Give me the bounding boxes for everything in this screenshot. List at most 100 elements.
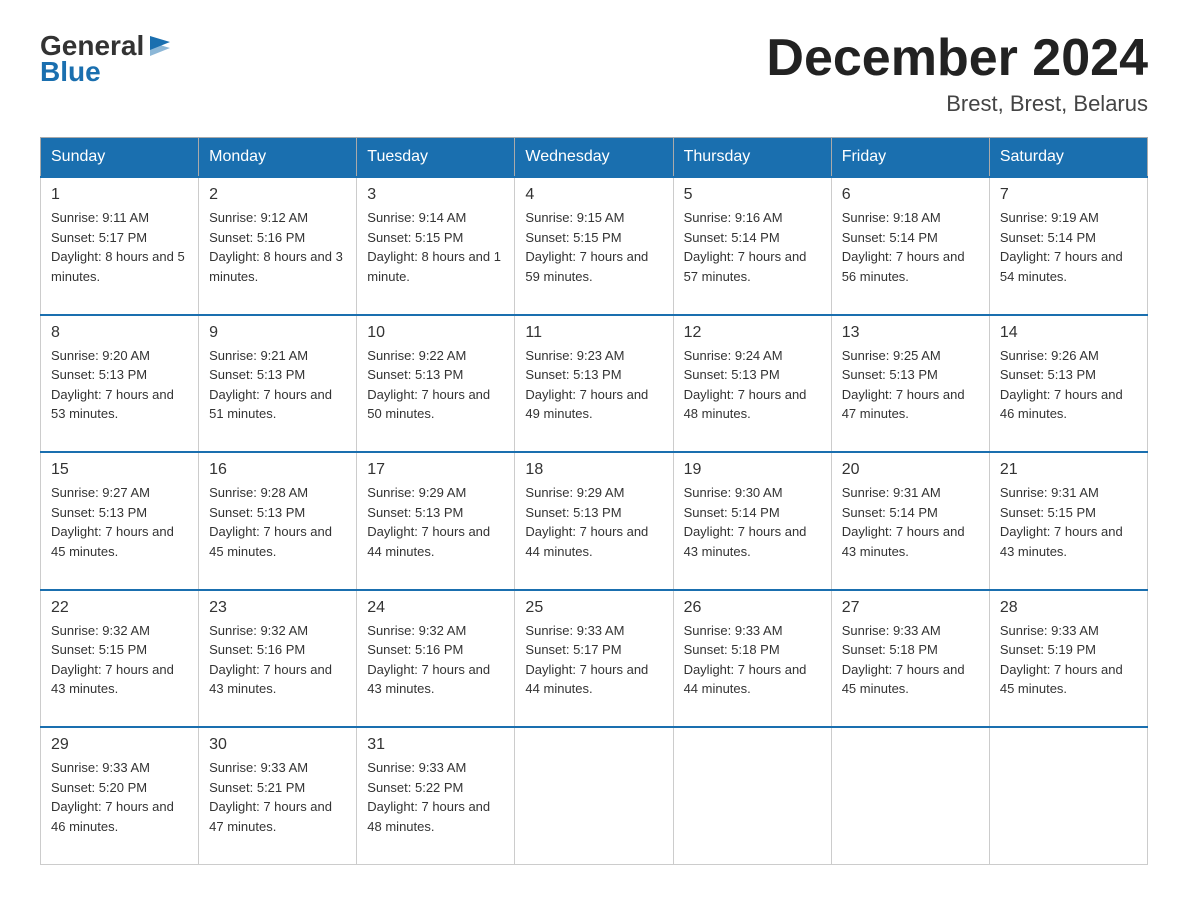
logo: General Blue bbox=[40, 30, 176, 88]
table-row: 21 Sunrise: 9:31 AM Sunset: 5:15 PM Dayl… bbox=[989, 452, 1147, 590]
day-info: Sunrise: 9:22 AM Sunset: 5:13 PM Dayligh… bbox=[367, 346, 504, 444]
day-info: Sunrise: 9:30 AM Sunset: 5:14 PM Dayligh… bbox=[684, 483, 821, 581]
header-thursday: Thursday bbox=[673, 138, 831, 178]
table-row bbox=[831, 727, 989, 864]
day-number: 21 bbox=[1000, 461, 1137, 479]
day-number: 14 bbox=[1000, 324, 1137, 342]
day-info: Sunrise: 9:18 AM Sunset: 5:14 PM Dayligh… bbox=[842, 208, 979, 306]
table-row: 29 Sunrise: 9:33 AM Sunset: 5:20 PM Dayl… bbox=[41, 727, 199, 864]
table-row: 3 Sunrise: 9:14 AM Sunset: 5:15 PM Dayli… bbox=[357, 177, 515, 315]
day-number: 18 bbox=[525, 461, 662, 479]
day-info: Sunrise: 9:32 AM Sunset: 5:16 PM Dayligh… bbox=[209, 621, 346, 719]
day-number: 26 bbox=[684, 599, 821, 617]
table-row: 30 Sunrise: 9:33 AM Sunset: 5:21 PM Dayl… bbox=[199, 727, 357, 864]
day-number: 23 bbox=[209, 599, 346, 617]
day-number: 28 bbox=[1000, 599, 1137, 617]
day-number: 31 bbox=[367, 736, 504, 754]
page-subtitle: Brest, Brest, Belarus bbox=[766, 91, 1148, 117]
day-info: Sunrise: 9:31 AM Sunset: 5:14 PM Dayligh… bbox=[842, 483, 979, 581]
table-row bbox=[673, 727, 831, 864]
table-row: 7 Sunrise: 9:19 AM Sunset: 5:14 PM Dayli… bbox=[989, 177, 1147, 315]
day-info: Sunrise: 9:33 AM Sunset: 5:18 PM Dayligh… bbox=[842, 621, 979, 719]
day-info: Sunrise: 9:20 AM Sunset: 5:13 PM Dayligh… bbox=[51, 346, 188, 444]
day-info: Sunrise: 9:27 AM Sunset: 5:13 PM Dayligh… bbox=[51, 483, 188, 581]
day-info: Sunrise: 9:33 AM Sunset: 5:18 PM Dayligh… bbox=[684, 621, 821, 719]
day-info: Sunrise: 9:26 AM Sunset: 5:13 PM Dayligh… bbox=[1000, 346, 1137, 444]
day-number: 10 bbox=[367, 324, 504, 342]
day-info: Sunrise: 9:15 AM Sunset: 5:15 PM Dayligh… bbox=[525, 208, 662, 306]
table-row bbox=[515, 727, 673, 864]
day-number: 24 bbox=[367, 599, 504, 617]
day-info: Sunrise: 9:28 AM Sunset: 5:13 PM Dayligh… bbox=[209, 483, 346, 581]
page-title: December 2024 bbox=[766, 30, 1148, 87]
table-row: 14 Sunrise: 9:26 AM Sunset: 5:13 PM Dayl… bbox=[989, 315, 1147, 453]
day-number: 16 bbox=[209, 461, 346, 479]
day-number: 25 bbox=[525, 599, 662, 617]
header-saturday: Saturday bbox=[989, 138, 1147, 178]
calendar-header-row: Sunday Monday Tuesday Wednesday Thursday… bbox=[41, 138, 1148, 178]
table-row: 28 Sunrise: 9:33 AM Sunset: 5:19 PM Dayl… bbox=[989, 590, 1147, 728]
table-row: 20 Sunrise: 9:31 AM Sunset: 5:14 PM Dayl… bbox=[831, 452, 989, 590]
table-row: 2 Sunrise: 9:12 AM Sunset: 5:16 PM Dayli… bbox=[199, 177, 357, 315]
header: General Blue December 2024 Brest, Brest,… bbox=[40, 30, 1148, 117]
header-monday: Monday bbox=[199, 138, 357, 178]
table-row: 8 Sunrise: 9:20 AM Sunset: 5:13 PM Dayli… bbox=[41, 315, 199, 453]
day-info: Sunrise: 9:23 AM Sunset: 5:13 PM Dayligh… bbox=[525, 346, 662, 444]
day-number: 3 bbox=[367, 186, 504, 204]
calendar-week-row: 1 Sunrise: 9:11 AM Sunset: 5:17 PM Dayli… bbox=[41, 177, 1148, 315]
header-wednesday: Wednesday bbox=[515, 138, 673, 178]
day-number: 17 bbox=[367, 461, 504, 479]
day-info: Sunrise: 9:25 AM Sunset: 5:13 PM Dayligh… bbox=[842, 346, 979, 444]
day-number: 8 bbox=[51, 324, 188, 342]
table-row: 12 Sunrise: 9:24 AM Sunset: 5:13 PM Dayl… bbox=[673, 315, 831, 453]
logo-flag-icon bbox=[146, 32, 174, 60]
table-row: 19 Sunrise: 9:30 AM Sunset: 5:14 PM Dayl… bbox=[673, 452, 831, 590]
day-info: Sunrise: 9:24 AM Sunset: 5:13 PM Dayligh… bbox=[684, 346, 821, 444]
calendar-week-row: 8 Sunrise: 9:20 AM Sunset: 5:13 PM Dayli… bbox=[41, 315, 1148, 453]
table-row: 9 Sunrise: 9:21 AM Sunset: 5:13 PM Dayli… bbox=[199, 315, 357, 453]
day-info: Sunrise: 9:33 AM Sunset: 5:21 PM Dayligh… bbox=[209, 758, 346, 856]
day-number: 4 bbox=[525, 186, 662, 204]
day-number: 2 bbox=[209, 186, 346, 204]
day-number: 13 bbox=[842, 324, 979, 342]
title-area: December 2024 Brest, Brest, Belarus bbox=[766, 30, 1148, 117]
table-row: 25 Sunrise: 9:33 AM Sunset: 5:17 PM Dayl… bbox=[515, 590, 673, 728]
table-row bbox=[989, 727, 1147, 864]
table-row: 13 Sunrise: 9:25 AM Sunset: 5:13 PM Dayl… bbox=[831, 315, 989, 453]
day-info: Sunrise: 9:11 AM Sunset: 5:17 PM Dayligh… bbox=[51, 208, 188, 306]
table-row: 17 Sunrise: 9:29 AM Sunset: 5:13 PM Dayl… bbox=[357, 452, 515, 590]
table-row: 23 Sunrise: 9:32 AM Sunset: 5:16 PM Dayl… bbox=[199, 590, 357, 728]
calendar-week-row: 15 Sunrise: 9:27 AM Sunset: 5:13 PM Dayl… bbox=[41, 452, 1148, 590]
day-number: 7 bbox=[1000, 186, 1137, 204]
calendar-table: Sunday Monday Tuesday Wednesday Thursday… bbox=[40, 137, 1148, 865]
table-row: 5 Sunrise: 9:16 AM Sunset: 5:14 PM Dayli… bbox=[673, 177, 831, 315]
calendar-week-row: 22 Sunrise: 9:32 AM Sunset: 5:15 PM Dayl… bbox=[41, 590, 1148, 728]
header-tuesday: Tuesday bbox=[357, 138, 515, 178]
day-info: Sunrise: 9:19 AM Sunset: 5:14 PM Dayligh… bbox=[1000, 208, 1137, 306]
day-number: 19 bbox=[684, 461, 821, 479]
table-row: 10 Sunrise: 9:22 AM Sunset: 5:13 PM Dayl… bbox=[357, 315, 515, 453]
day-number: 27 bbox=[842, 599, 979, 617]
day-info: Sunrise: 9:21 AM Sunset: 5:13 PM Dayligh… bbox=[209, 346, 346, 444]
table-row: 6 Sunrise: 9:18 AM Sunset: 5:14 PM Dayli… bbox=[831, 177, 989, 315]
table-row: 1 Sunrise: 9:11 AM Sunset: 5:17 PM Dayli… bbox=[41, 177, 199, 315]
day-info: Sunrise: 9:33 AM Sunset: 5:17 PM Dayligh… bbox=[525, 621, 662, 719]
table-row: 27 Sunrise: 9:33 AM Sunset: 5:18 PM Dayl… bbox=[831, 590, 989, 728]
day-number: 6 bbox=[842, 186, 979, 204]
day-info: Sunrise: 9:31 AM Sunset: 5:15 PM Dayligh… bbox=[1000, 483, 1137, 581]
header-sunday: Sunday bbox=[41, 138, 199, 178]
day-info: Sunrise: 9:16 AM Sunset: 5:14 PM Dayligh… bbox=[684, 208, 821, 306]
day-info: Sunrise: 9:29 AM Sunset: 5:13 PM Dayligh… bbox=[367, 483, 504, 581]
day-number: 11 bbox=[525, 324, 662, 342]
table-row: 31 Sunrise: 9:33 AM Sunset: 5:22 PM Dayl… bbox=[357, 727, 515, 864]
table-row: 26 Sunrise: 9:33 AM Sunset: 5:18 PM Dayl… bbox=[673, 590, 831, 728]
logo-blue-text: Blue bbox=[40, 56, 101, 88]
header-friday: Friday bbox=[831, 138, 989, 178]
day-info: Sunrise: 9:32 AM Sunset: 5:16 PM Dayligh… bbox=[367, 621, 504, 719]
day-number: 5 bbox=[684, 186, 821, 204]
table-row: 11 Sunrise: 9:23 AM Sunset: 5:13 PM Dayl… bbox=[515, 315, 673, 453]
table-row: 15 Sunrise: 9:27 AM Sunset: 5:13 PM Dayl… bbox=[41, 452, 199, 590]
day-info: Sunrise: 9:33 AM Sunset: 5:22 PM Dayligh… bbox=[367, 758, 504, 856]
day-info: Sunrise: 9:12 AM Sunset: 5:16 PM Dayligh… bbox=[209, 208, 346, 306]
day-number: 20 bbox=[842, 461, 979, 479]
